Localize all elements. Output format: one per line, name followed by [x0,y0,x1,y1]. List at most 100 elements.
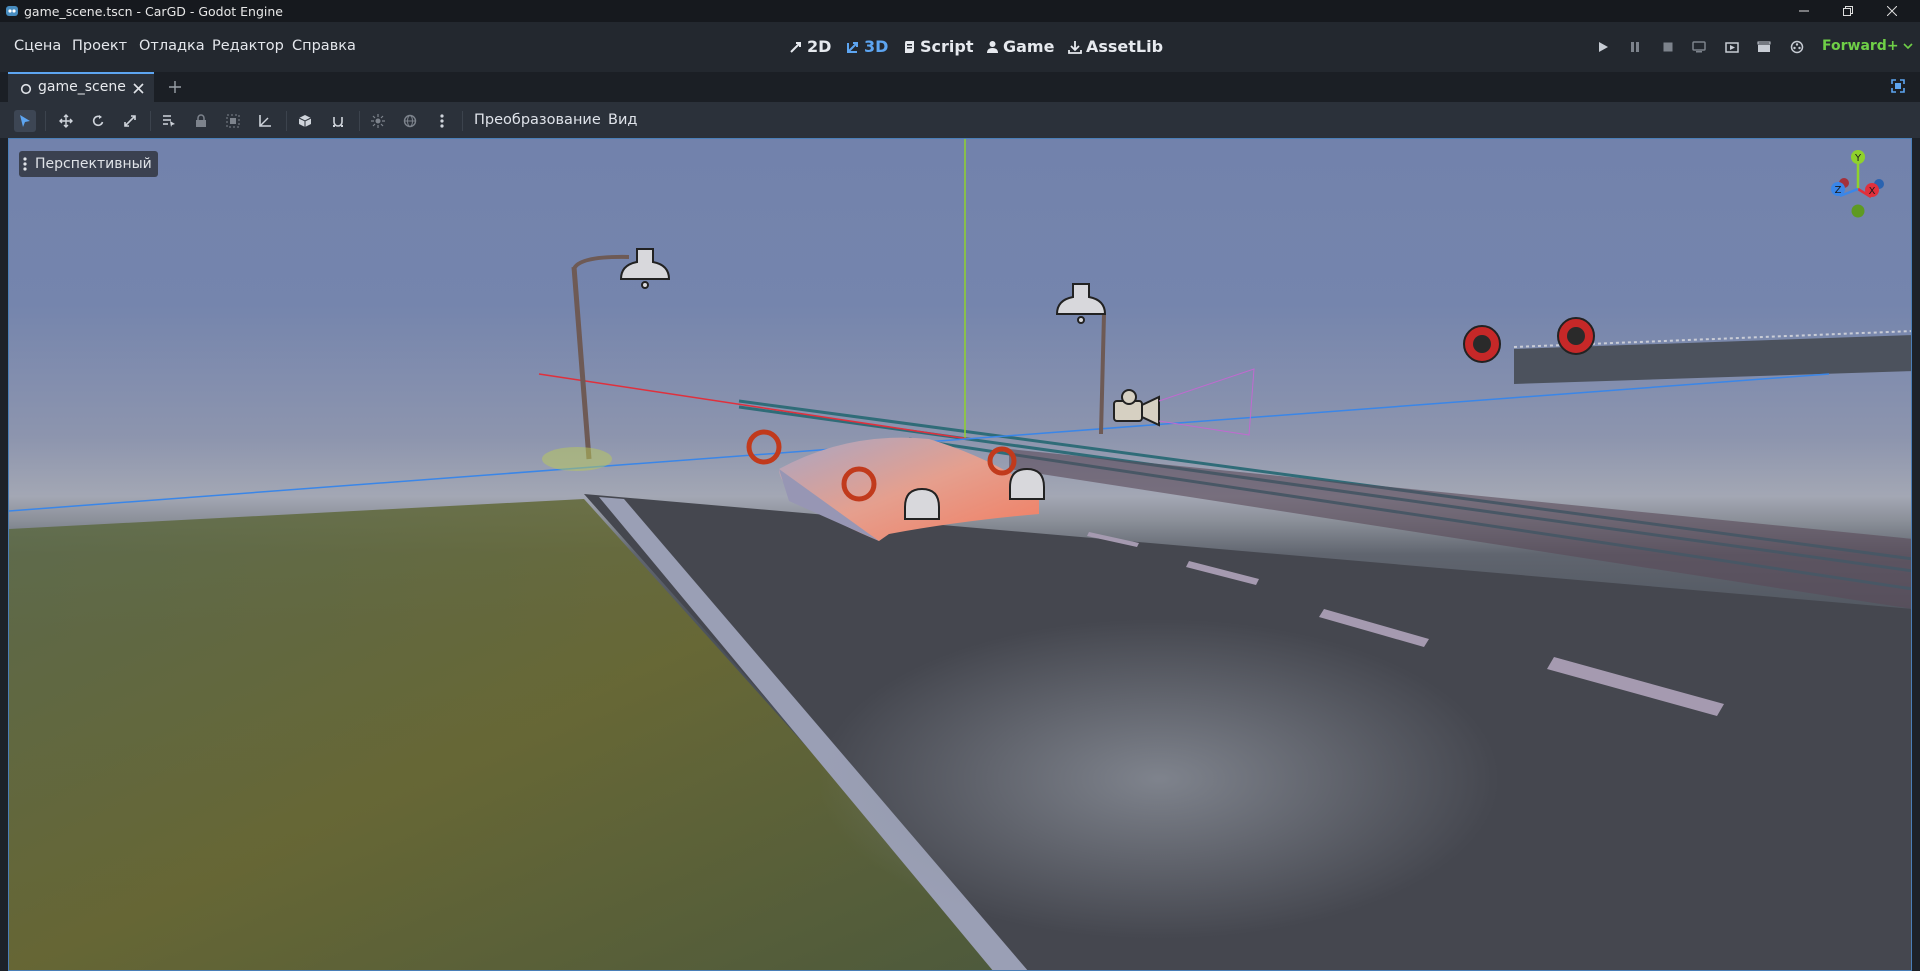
stop-icon [1663,42,1673,52]
gizmo-z-label: Z [1835,185,1842,196]
x-axis-line [538,373,970,440]
menu-debug[interactable]: Отладка [139,38,205,54]
kebab-menu-icon [23,157,27,171]
close-icon[interactable] [133,83,144,94]
menu-scene[interactable]: Сцена [14,38,61,54]
play-icon [1599,42,1608,52]
window-title: game_scene.tscn - CarGD - Godot Engine [24,4,283,19]
camera-gizmo [1113,368,1255,436]
view-menu[interactable]: Вид [608,112,637,128]
close-window-button[interactable] [1872,0,1912,22]
workspace-game-label: Game [1003,37,1055,56]
rotate-icon [92,115,104,127]
workspace-assetlib-label: AssetLib [1086,37,1164,56]
restore-icon [1843,6,1853,16]
street-lamp [1083,300,1106,435]
node3d-icon [20,83,32,95]
restore-button[interactable] [1828,0,1868,22]
minimize-button[interactable] [1784,0,1824,22]
ruler-button[interactable] [254,110,276,132]
group-button[interactable] [222,110,244,132]
cursor-icon [20,115,30,127]
renderer-selector[interactable]: Forward+ [1822,38,1914,54]
title-bar: game_scene.tscn - CarGD - Godot Engine [0,0,1920,22]
view-orientation-gizmo[interactable]: Y X Z [1813,149,1903,239]
light-gizmo [619,248,671,289]
2d-icon [790,41,801,53]
perspective-menu-button[interactable]: Перспективный [19,151,158,177]
sun-icon [371,114,385,128]
scene-tab-bar [0,72,1920,102]
script-icon [905,40,914,53]
list-select-button[interactable] [158,110,180,132]
menu-project[interactable]: Проект [72,38,127,54]
move-icon [59,114,73,128]
run-specific-scene-button[interactable] [1753,38,1775,56]
cube-icon [298,115,312,127]
scene-tab[interactable]: game_scene [8,72,154,102]
menu-bar: Сцена Проект Отладка Редактор Справка 2D… [0,22,1920,72]
toolbar-separator [150,111,151,131]
remote-debug-icon [1692,41,1706,53]
menu-help[interactable]: Справка [292,38,356,54]
toolbar-separator [462,111,463,131]
game-icon [987,40,998,53]
select-mode-button[interactable] [14,110,36,132]
renderer-label: Forward+ [1822,38,1899,54]
workspace-game-button[interactable]: Game [986,37,1054,56]
more-options-button[interactable] [431,110,453,132]
snap-icon [333,117,343,127]
movie-reel-icon [1790,40,1804,54]
list-select-icon [163,115,175,127]
gizmo-x-label: X [1869,186,1876,197]
group-icon [226,114,240,128]
perspective-label: Перспективный [35,156,152,172]
scale-mode-button[interactable] [119,110,141,132]
rotate-mode-button[interactable] [87,110,109,132]
run-project-button[interactable] [1592,38,1614,56]
toolbar-separator [45,111,46,131]
workspace-3d-button[interactable]: 3D [846,37,888,56]
plus-icon[interactable] [168,80,182,94]
menu-editor[interactable]: Редактор [212,38,284,54]
pause-button[interactable] [1624,38,1646,56]
lock-button[interactable] [190,110,212,132]
movie-maker-button[interactable] [1786,38,1808,56]
workspace-2d-label: 2D [807,37,832,56]
move-mode-button[interactable] [55,110,77,132]
street-lamp [542,254,630,471]
fog-volume [819,619,1499,939]
globe-icon [403,114,417,128]
local-space-button[interactable] [294,110,316,132]
workspace-script-button[interactable]: Script [903,37,973,56]
toolbar-separator [286,111,287,131]
pause-icon [1631,42,1639,52]
expand-icon[interactable] [1891,79,1905,93]
transform-menu[interactable]: Преобразование [474,112,601,128]
download-icon [1068,40,1082,54]
lock-icon [196,114,206,127]
preview-environment-button[interactable] [399,110,421,132]
scene-render [9,139,1911,970]
snap-button[interactable] [327,110,349,132]
close-icon [1887,6,1897,16]
toolbar-separator [359,111,360,131]
3d-viewport[interactable]: Перспективный Y X Z [8,138,1912,971]
workspace-2d-button[interactable]: 2D [789,37,831,56]
viewport-toolbar: Преобразование Вид [0,102,1920,138]
gizmo-y-label: Y [1854,153,1862,164]
scale-icon [124,115,136,127]
godot-icon [6,6,18,16]
light-gizmo [1055,283,1107,324]
workspace-3d-label: 3D [864,37,889,56]
run-current-scene-button[interactable] [1721,38,1743,56]
3d-icon [847,41,858,53]
clapperboard-icon [1757,41,1771,52]
kebab-menu-icon [440,114,444,128]
remote-debug-button[interactable] [1688,38,1710,56]
workspace-assetlib-button[interactable]: AssetLib [1068,37,1163,56]
scene-tab-label: game_scene [38,79,126,95]
stop-button[interactable] [1657,38,1679,56]
preview-sun-button[interactable] [367,110,389,132]
ruler-icon [259,115,271,127]
